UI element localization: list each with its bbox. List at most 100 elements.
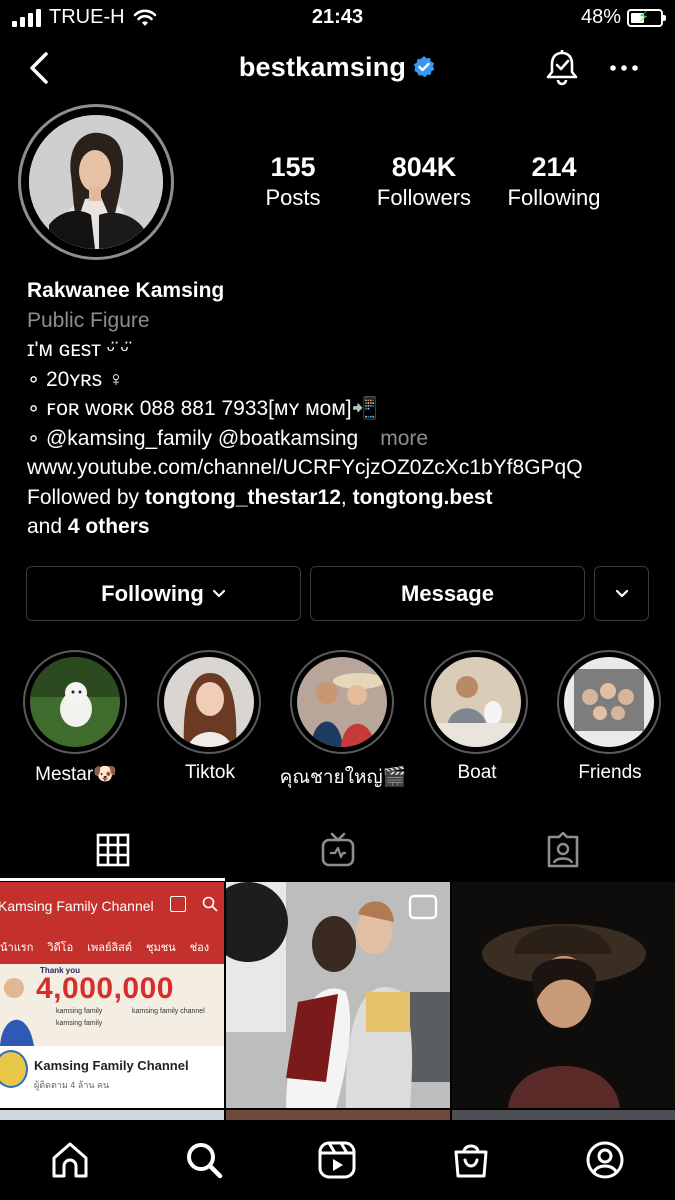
banner-tag: kamsing family	[56, 1008, 103, 1015]
charging-bolt-icon: ⚡	[638, 8, 650, 26]
followed-by-others-count[interactable]: 4 others	[68, 515, 150, 538]
profile-icon[interactable]	[585, 1140, 625, 1180]
more-options-icon[interactable]	[604, 56, 644, 80]
highlight-ring	[157, 650, 261, 754]
channel-subscribers: ผู้ติดตาม 4 ล้าน คน	[34, 1080, 110, 1090]
channel-nav-item: ช่อง	[189, 942, 210, 954]
channel-nav-item: วิดีโอ	[47, 942, 74, 954]
banner-tag: kamsing family	[56, 1020, 103, 1027]
followers-count-value: 804K	[391, 152, 457, 182]
highlight-ring	[424, 650, 528, 754]
clock: 21:43	[311, 6, 364, 28]
channel-nav: น้าแรก วิดีโอ เพลย์ลิสต์ ชุมชน ช่อง	[0, 930, 224, 964]
message-button-label: Message	[401, 580, 494, 606]
followed-by-user-2[interactable]: tongtong.best	[353, 486, 493, 509]
tab-tagged[interactable]	[450, 820, 675, 880]
following-count-label: Following	[507, 185, 601, 210]
bottom-navigation-bar	[0, 1120, 675, 1200]
profile-bio: Rakwanee Kamsing Public Figure ɪ'ᴍ ɢᴇѕᴛ …	[27, 276, 667, 542]
post-thumbnail-hat-portrait[interactable]	[452, 882, 675, 1108]
followed-by-line[interactable]: Followed by tongtong_thestar12, tongtong…	[27, 483, 667, 513]
message-button[interactable]: Message	[310, 566, 585, 621]
avatar-illustration	[29, 115, 163, 249]
grid-icon	[96, 833, 129, 867]
cast-icon	[170, 896, 186, 912]
banner-milestone: 4,000,000	[36, 972, 174, 1005]
following-count[interactable]: 214 Following	[489, 152, 619, 211]
channel-name: Kamsing Family Channel	[34, 1058, 189, 1073]
tab-posts-grid[interactable]	[0, 820, 225, 880]
posts-grid: Kamsing Family Channel น้าแรก วิดีโอ เพล…	[0, 882, 675, 1122]
banner-tags-right: kamsing family channel	[132, 1006, 205, 1018]
highlight-ring	[23, 650, 127, 754]
followed-by-others-line[interactable]: and 4 others	[27, 512, 667, 542]
followers-count[interactable]: 804K Followers	[359, 152, 489, 211]
highlight-cover-friends	[564, 657, 654, 747]
channel-nav-item: เพลย์ลิสต์	[87, 942, 132, 954]
posts-count-value: 155	[270, 152, 316, 182]
banner-tag: kamsing family channel	[132, 1008, 205, 1015]
followed-by-prefix: Followed by	[27, 485, 145, 509]
following-button[interactable]: Following	[26, 566, 301, 621]
search-icon	[202, 896, 218, 912]
posts-count-label: Posts	[265, 185, 321, 210]
profile-full-name: Rakwanee Kamsing	[27, 279, 225, 302]
battery-percent: 48%	[580, 6, 621, 28]
channel-bar-title: Kamsing Family Channel	[0, 898, 154, 914]
highlight-cover-portrait	[164, 657, 254, 747]
battery-info: 48% ⚡	[580, 6, 666, 29]
bio-line-3: ∘ ꜰᴏʀ ᴡᴏʀᴋ 088 881 7933[ᴍʏ ᴍᴏᴍ]📲	[27, 397, 378, 420]
highlight-ring	[290, 650, 394, 754]
battery-icon: ⚡	[627, 8, 666, 27]
banner-tags: kamsing family kamsing family	[56, 1006, 102, 1030]
bio-line-1: ɪ'ᴍ ɢᴇѕᴛ ᵕ̈ ᵕ̈	[27, 338, 129, 361]
post-image-portrait	[452, 882, 675, 1108]
suggested-accounts-button[interactable]	[594, 566, 649, 621]
avatar-photo	[29, 115, 163, 249]
profile-header: bestkamsing	[0, 40, 675, 96]
channel-bar: Kamsing Family Channel	[0, 882, 224, 930]
story-highlight-friends[interactable]: Friends	[557, 650, 663, 783]
post-thumbnail-couple-flowers[interactable]	[226, 882, 450, 1108]
bio-more-link[interactable]: more	[380, 427, 428, 450]
notification-bell-icon[interactable]	[542, 48, 582, 88]
story-highlight-mestar[interactable]: Mestar🐶	[23, 650, 129, 785]
highlight-cover-boat	[431, 657, 521, 747]
home-icon[interactable]	[50, 1140, 90, 1180]
verified-badge-icon	[413, 56, 435, 78]
highlight-ring	[557, 650, 661, 754]
username-text: bestkamsing	[238, 52, 407, 82]
profile-category: Public Figure	[27, 308, 150, 332]
bio-line-2: ∘ 20ʏʀѕ ♀	[27, 367, 124, 391]
profile-avatar[interactable]	[18, 104, 174, 260]
followed-by-and: and	[27, 515, 68, 538]
profile-content-tabs	[0, 820, 675, 880]
chevron-down-icon	[212, 589, 225, 597]
followed-by-user-1[interactable]: tongtong_thestar12	[145, 486, 341, 509]
followed-by-separator: ,	[340, 485, 353, 509]
post-image-couple	[226, 882, 450, 1108]
profile-website-link[interactable]: www.youtube.com/channel/UCRFYcjzOZ0ZcXc1…	[27, 453, 667, 483]
bio-mentions[interactable]: ∘ @kamsing_family @boatkamsing	[27, 427, 358, 450]
igtv-icon	[321, 832, 354, 867]
active-tab-indicator	[0, 878, 225, 881]
status-bar: TRUE-H 21:43 48% ⚡	[0, 0, 675, 34]
instagram-profile-screen: TRUE-H 21:43 48% ⚡ bestkamsing 155 Posts…	[0, 0, 675, 1200]
story-highlight-tiktok[interactable]: Tiktok	[157, 650, 263, 783]
following-count-value: 214	[531, 152, 577, 182]
post-thumbnail-youtube-milestone[interactable]: Kamsing Family Channel น้าแรก วิดีโอ เพล…	[0, 882, 224, 1108]
shop-icon[interactable]	[451, 1140, 491, 1180]
highlight-label: Friends	[578, 762, 642, 783]
chevron-down-icon	[615, 589, 628, 597]
story-highlight-khun-chai-yai[interactable]: คุณชายใหญ่🎬	[280, 650, 406, 788]
highlight-cover-couple	[297, 657, 387, 747]
story-highlight-boat[interactable]: Boat	[424, 650, 530, 783]
following-button-label: Following	[101, 580, 204, 606]
reels-icon[interactable]	[317, 1140, 357, 1180]
tagged-icon	[547, 832, 578, 868]
highlight-cover-dog	[30, 657, 120, 747]
search-icon[interactable]	[184, 1140, 224, 1180]
tab-igtv[interactable]	[225, 820, 450, 880]
posts-count[interactable]: 155 Posts	[228, 152, 358, 211]
banner-person	[0, 978, 34, 1046]
